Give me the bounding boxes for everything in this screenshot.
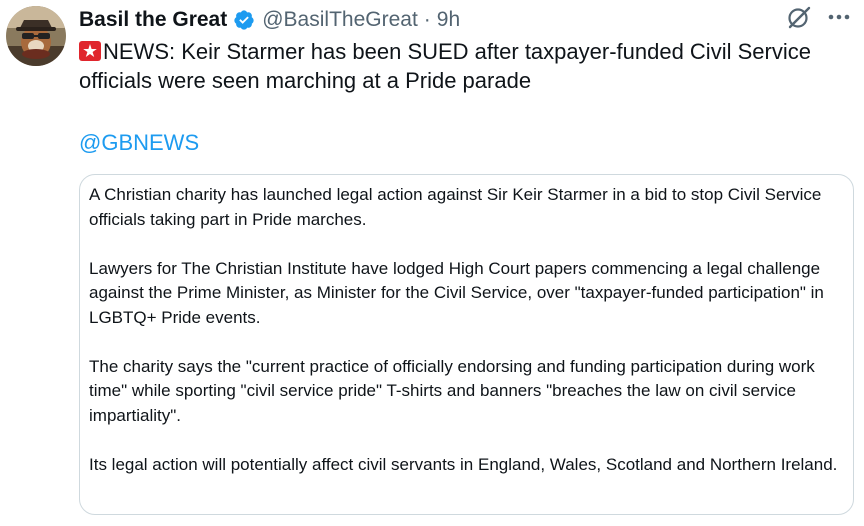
- rotating-light-icon: [79, 39, 101, 61]
- tweet-text: NEWS: Keir Starmer has been SUED after t…: [79, 37, 854, 95]
- user-handle[interactable]: @BasilTheGreat: [262, 8, 418, 32]
- more-icon[interactable]: [826, 4, 852, 30]
- timestamp[interactable]: 9h: [437, 8, 460, 32]
- grok-icon[interactable]: [786, 4, 812, 30]
- display-name[interactable]: Basil the Great: [79, 8, 227, 32]
- quoted-text-card[interactable]: A Christian charity has launched legal a…: [79, 174, 854, 515]
- card-paragraph-1: A Christian charity has launched legal a…: [89, 185, 822, 229]
- card-paragraph-2: Lawyers for The Christian Institute have…: [89, 258, 824, 327]
- separator-dot: ·: [423, 8, 431, 31]
- tweet-header: Basil the Great @BasilTheGreat · 9h: [79, 6, 460, 34]
- verified-badge-icon[interactable]: [233, 9, 255, 31]
- card-paragraph-4: Its legal action will potentially affect…: [89, 454, 838, 474]
- avatar[interactable]: [6, 6, 66, 66]
- mention-link[interactable]: @GBNEWS: [79, 128, 199, 157]
- card-paragraph-3: The charity says the "current practice o…: [89, 356, 815, 425]
- tweet[interactable]: Basil the Great @BasilTheGreat · 9h NEWS…: [0, 0, 864, 526]
- tweet-text-body: NEWS: Keir Starmer has been SUED after t…: [79, 39, 811, 93]
- tweet-actions: [786, 4, 852, 30]
